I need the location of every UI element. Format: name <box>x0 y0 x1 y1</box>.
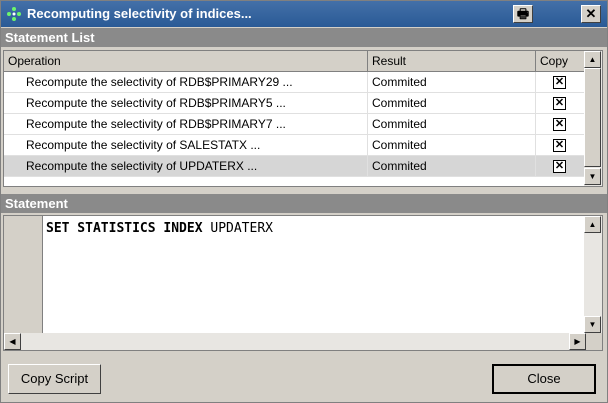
table-row[interactable]: Recompute the selectivity of RDB$PRIMARY… <box>4 93 586 114</box>
app-icon <box>7 7 21 21</box>
table-row[interactable]: Recompute the selectivity of RDB$PRIMARY… <box>4 72 586 93</box>
table-row-selected[interactable]: Recompute the selectivity of UPDATERX ..… <box>4 156 586 177</box>
scroll-right-button[interactable]: ▶ <box>569 333 586 350</box>
row-operation: Recompute the selectivity of SALESTATX .… <box>4 135 368 156</box>
window-title: Recomputing selectivity of indices... <box>27 6 252 21</box>
row-copy-cell: ✕ <box>536 93 586 114</box>
row-result: Commited <box>368 135 536 156</box>
scroll-left-button[interactable]: ◀ <box>4 333 21 350</box>
scroll-up-button[interactable]: ▲ <box>584 51 601 68</box>
row-result: Commited <box>368 72 536 93</box>
copy-checkbox[interactable]: ✕ <box>553 118 566 131</box>
scroll-down-button[interactable]: ▼ <box>584 168 601 185</box>
window-close-button[interactable]: ✕ <box>581 5 601 23</box>
sql-keyword: SET STATISTICS INDEX <box>46 221 203 236</box>
arrow-left-icon: ◀ <box>9 337 16 346</box>
copy-checkbox[interactable]: ✕ <box>553 76 566 89</box>
editor-horizontal-scrollbar[interactable]: ◀ ▶ <box>4 333 586 350</box>
grid-vertical-scrollbar[interactable]: ▲ ▼ <box>584 51 602 186</box>
editor-gutter <box>4 216 43 333</box>
table-row[interactable]: Recompute the selectivity of RDB$PRIMARY… <box>4 114 586 135</box>
editor-vertical-scrollbar[interactable]: ▲ ▼ <box>584 216 602 333</box>
row-operation: Recompute the selectivity of RDB$PRIMARY… <box>4 93 368 114</box>
arrow-down-icon: ▼ <box>588 172 597 181</box>
editor-scroll-up-button[interactable]: ▲ <box>584 216 601 233</box>
row-result: Commited <box>368 156 536 177</box>
column-header-copy[interactable]: Copy <box>536 51 586 71</box>
scroll-corner <box>586 333 602 350</box>
row-result: Commited <box>368 93 536 114</box>
statement-grid[interactable]: Operation Result Copy Recompute the sele… <box>3 50 603 187</box>
arrow-up-icon: ▲ <box>588 220 597 229</box>
row-copy-cell: ✕ <box>536 72 586 93</box>
copy-checkbox[interactable]: ✕ <box>553 97 566 110</box>
copy-script-button[interactable]: Copy Script <box>8 364 101 394</box>
editor-scroll-down-button[interactable]: ▼ <box>584 316 601 333</box>
close-icon: ✕ <box>585 6 597 21</box>
arrow-up-icon: ▲ <box>588 55 597 64</box>
column-header-result[interactable]: Result <box>368 51 536 71</box>
statement-editor[interactable]: SET STATISTICS INDEX UPDATERX ▲ ▼ ◀ ▶ <box>3 215 603 351</box>
dialog-window: Recomputing selectivity of indices... 🖶 … <box>0 0 608 403</box>
row-copy-cell: ✕ <box>536 156 586 177</box>
arrow-down-icon: ▼ <box>588 320 597 329</box>
copy-checkbox[interactable]: ✕ <box>553 139 566 152</box>
table-row[interactable]: Recompute the selectivity of SALESTATX .… <box>4 135 586 156</box>
statement-list-header: Statement List <box>1 28 607 47</box>
title-bar[interactable]: Recomputing selectivity of indices... 🖶 … <box>1 1 607 27</box>
row-copy-cell: ✕ <box>536 114 586 135</box>
print-button[interactable]: 🖶 <box>513 5 533 23</box>
scroll-thumb[interactable] <box>584 68 601 167</box>
grid-header: Operation Result Copy <box>4 51 586 72</box>
row-operation: Recompute the selectivity of UPDATERX ..… <box>4 156 368 177</box>
row-operation: Recompute the selectivity of RDB$PRIMARY… <box>4 72 368 93</box>
statement-header: Statement <box>1 194 607 213</box>
row-result: Commited <box>368 114 536 135</box>
row-operation: Recompute the selectivity of RDB$PRIMARY… <box>4 114 368 135</box>
printer-icon: 🖶 <box>516 6 530 21</box>
column-header-operation[interactable]: Operation <box>4 51 368 71</box>
arrow-right-icon: ▶ <box>574 337 581 346</box>
row-copy-cell: ✕ <box>536 135 586 156</box>
sql-argument: UPDATERX <box>202 221 273 236</box>
sql-code[interactable]: SET STATISTICS INDEX UPDATERX <box>46 221 273 236</box>
copy-checkbox[interactable]: ✕ <box>553 160 566 173</box>
close-button[interactable]: Close <box>492 364 596 394</box>
